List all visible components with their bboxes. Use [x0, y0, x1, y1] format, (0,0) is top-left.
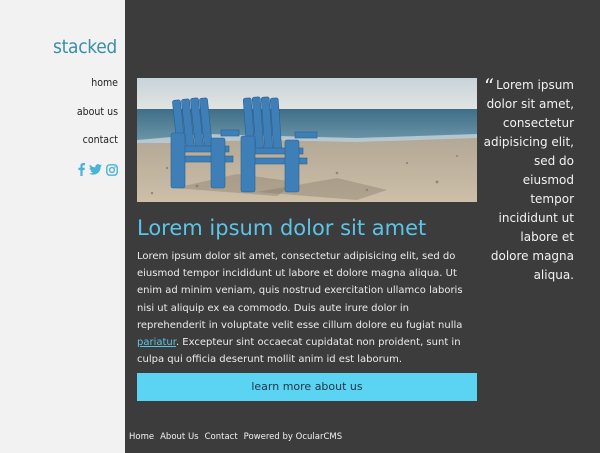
- instagram-icon[interactable]: [106, 163, 118, 176]
- quote-text: Lorem ipsum dolor sit amet, consectetur …: [483, 78, 574, 282]
- footer-link-contact[interactable]: Contact: [205, 432, 238, 442]
- pariatur-link[interactable]: pariatur: [137, 337, 176, 348]
- facebook-icon[interactable]: [78, 163, 85, 176]
- nav-item-about-us[interactable]: about us: [77, 105, 118, 134]
- paragraph-text-before-link: Lorem ipsum dolor sit amet, consectetur …: [137, 251, 463, 331]
- footer-link-about-us[interactable]: About Us: [160, 432, 198, 442]
- social-links: [78, 163, 118, 176]
- hero-image: [137, 78, 477, 202]
- pull-quote: “Lorem ipsum dolor sit amet, consectetur…: [480, 76, 574, 285]
- footer: Home About Us Contact Powered by OcularC…: [129, 432, 342, 442]
- site-logo[interactable]: stacked: [53, 36, 117, 58]
- paragraph-text-after-link: . Excepteur sint occaecat cupidatat non …: [137, 337, 461, 366]
- nav-item-contact[interactable]: contact: [77, 133, 118, 162]
- footer-link-powered-by[interactable]: Powered by OcularCMS: [244, 432, 342, 442]
- sidebar: stacked home about us contact: [0, 0, 125, 453]
- learn-more-button[interactable]: learn more about us: [137, 373, 477, 401]
- main-nav: home about us contact: [77, 76, 118, 162]
- quote-mark-icon: “: [483, 74, 495, 98]
- article-heading: Lorem ipsum dolor sit amet: [137, 216, 427, 240]
- footer-link-home[interactable]: Home: [129, 432, 154, 442]
- beach-chairs-image: [137, 78, 477, 202]
- twitter-icon[interactable]: [89, 164, 102, 175]
- nav-item-home[interactable]: home: [77, 76, 118, 105]
- article-body: Lorem ipsum dolor sit amet, consectetur …: [137, 248, 475, 368]
